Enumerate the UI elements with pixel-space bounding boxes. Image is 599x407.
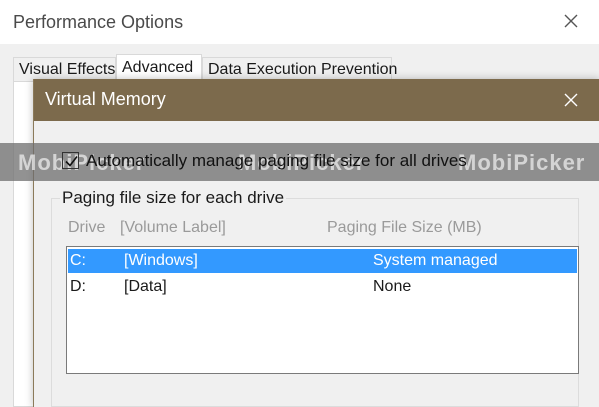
- drive-volume-label: [Windows]: [124, 252, 198, 269]
- virtual-memory-titlebar: Virtual Memory: [34, 79, 599, 121]
- drive-paging-size: System managed: [373, 252, 498, 269]
- performance-options-title: Performance Options: [13, 12, 184, 32]
- drive-paging-size: None: [373, 278, 412, 295]
- close-icon[interactable]: [556, 85, 586, 115]
- watermark-logo: MobiPicker: [458, 150, 586, 175]
- checkmark-icon: [65, 156, 78, 167]
- drive-row-c[interactable]: C: [Windows] System managed: [68, 249, 577, 273]
- drive-row-d[interactable]: D: [Data] None: [68, 275, 577, 299]
- column-header-drive: Drive: [68, 219, 106, 236]
- close-icon[interactable]: [556, 6, 586, 36]
- tab-advanced[interactable]: Advanced: [116, 54, 202, 81]
- paging-file-group-title: Paging file size for each drive: [60, 188, 287, 208]
- tab-data-execution-prevention[interactable]: Data Execution Prevention: [202, 57, 397, 81]
- column-header-paging-file-size: Paging File Size (MB): [327, 219, 482, 236]
- column-header-volume-label: [Volume Label]: [120, 219, 226, 236]
- virtual-memory-title: Virtual Memory: [45, 89, 166, 109]
- drive-letter: C:: [70, 252, 86, 269]
- drive-letter: D:: [70, 278, 86, 295]
- tab-visual-effects[interactable]: Visual Effects: [13, 57, 116, 81]
- drive-volume-label: [Data]: [124, 278, 167, 295]
- drive-list[interactable]: C: [Windows] System managed D: [Data] No…: [66, 246, 579, 374]
- auto-manage-checkbox[interactable]: [62, 152, 79, 169]
- auto-manage-label: Automatically manage paging file size fo…: [86, 151, 467, 170]
